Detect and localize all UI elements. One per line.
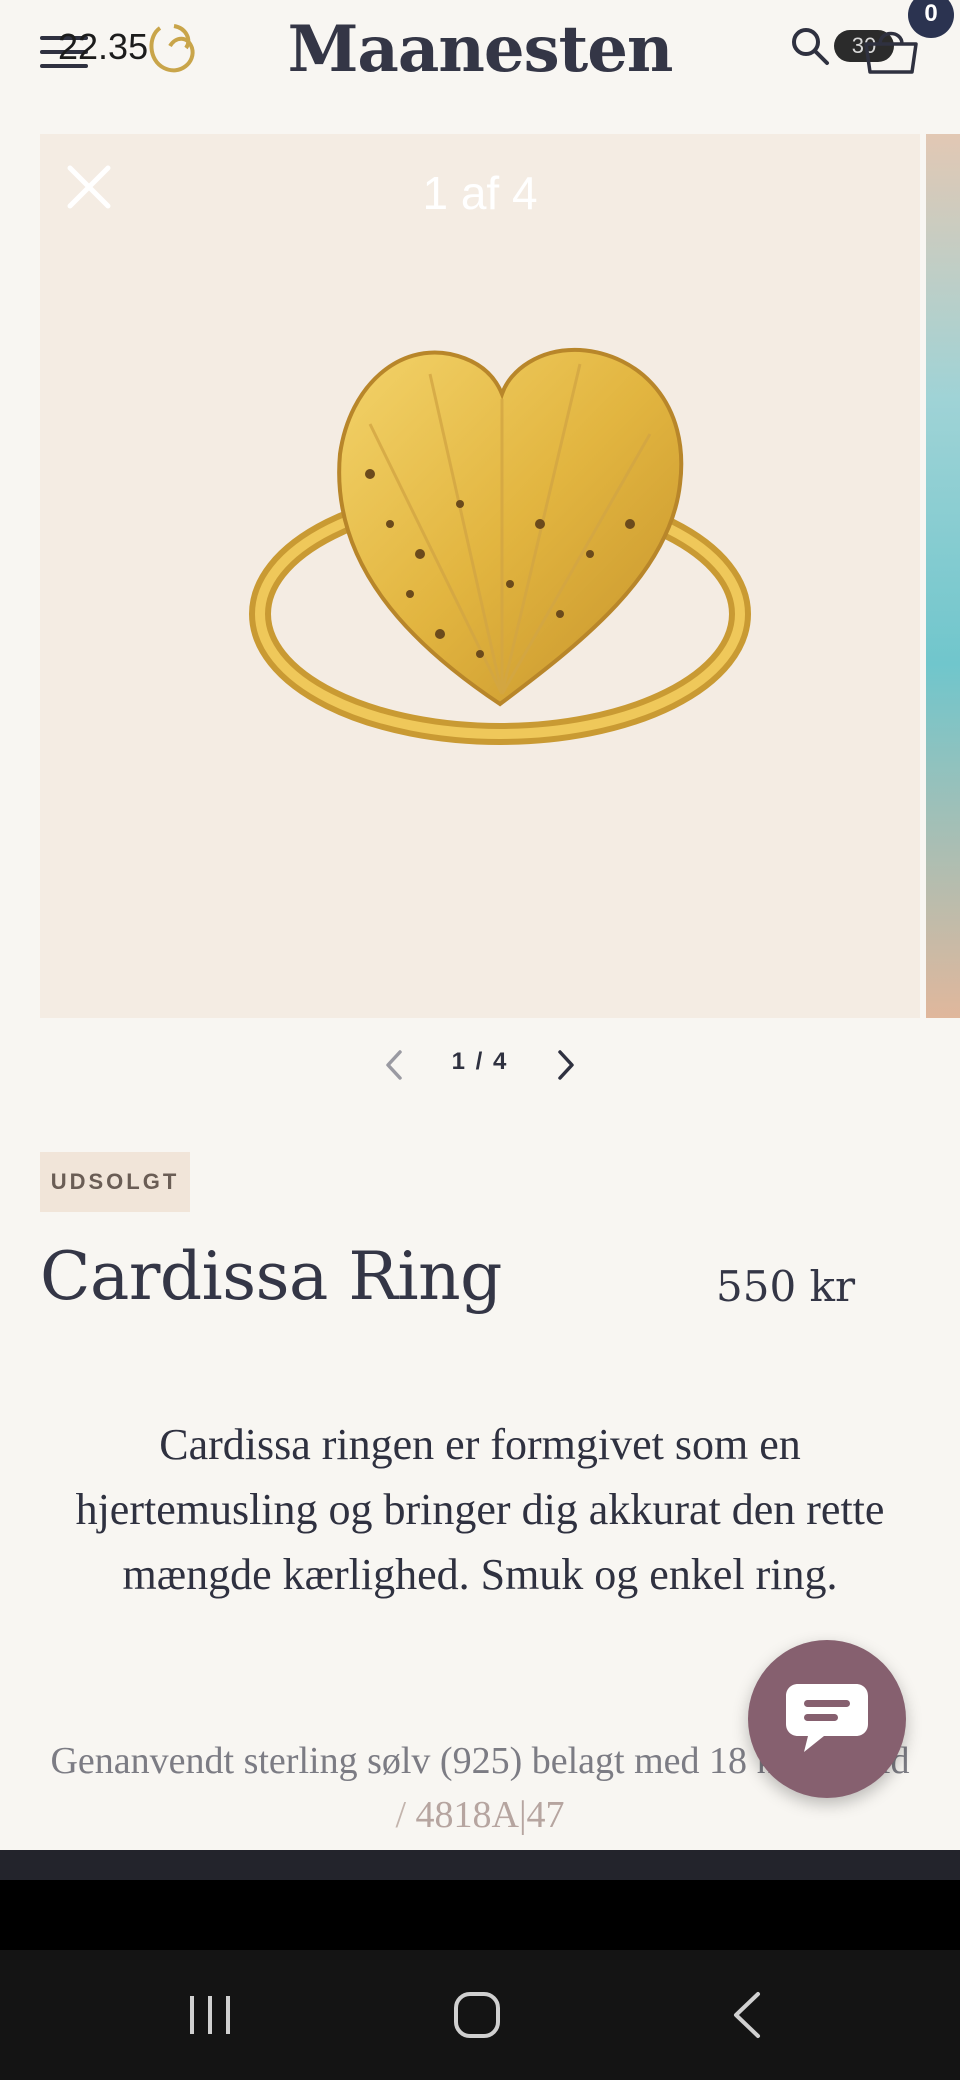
chat-icon xyxy=(786,1684,868,1752)
product-sku: 4818A|47 xyxy=(415,1794,565,1836)
site-header: 22.35 Maanesten 30 0 xyxy=(0,0,960,110)
back-icon[interactable] xyxy=(730,1990,764,2040)
sold-out-badge: UDSOLGT xyxy=(40,1152,190,1212)
gallery-counter: 1 af 4 xyxy=(422,167,538,219)
product-price: 550 kr xyxy=(716,1262,856,1311)
product-image xyxy=(249,347,751,745)
pagination-total: 4 xyxy=(493,1048,509,1075)
next-image-peek[interactable] xyxy=(926,134,960,1018)
cart-icon[interactable] xyxy=(862,26,920,74)
recent-apps-icon[interactable] xyxy=(186,1994,234,2036)
pagination-current: 1 xyxy=(451,1048,467,1075)
system-spacer xyxy=(0,1880,960,1950)
product-title: Cardissa Ring xyxy=(40,1238,502,1315)
home-icon[interactable] xyxy=(452,1990,502,2040)
product-description: Cardissa ringen er formgivet som en hjer… xyxy=(75,1420,885,1599)
system-nav-bar xyxy=(0,1950,960,2080)
footer-strip xyxy=(0,1850,960,1880)
pagination-separator: / xyxy=(475,1048,485,1075)
chat-button[interactable] xyxy=(748,1640,906,1798)
chevron-right-icon[interactable] xyxy=(552,1048,580,1082)
search-icon[interactable] xyxy=(790,26,830,66)
product-gallery[interactable]: 1 af 4 xyxy=(40,134,920,1018)
chevron-left-icon[interactable] xyxy=(380,1048,408,1082)
gallery-pagination: 1 / 4 xyxy=(0,1040,960,1090)
sku-separator: / xyxy=(395,1794,416,1836)
pagination-text: 1 / 4 xyxy=(420,1048,540,1076)
